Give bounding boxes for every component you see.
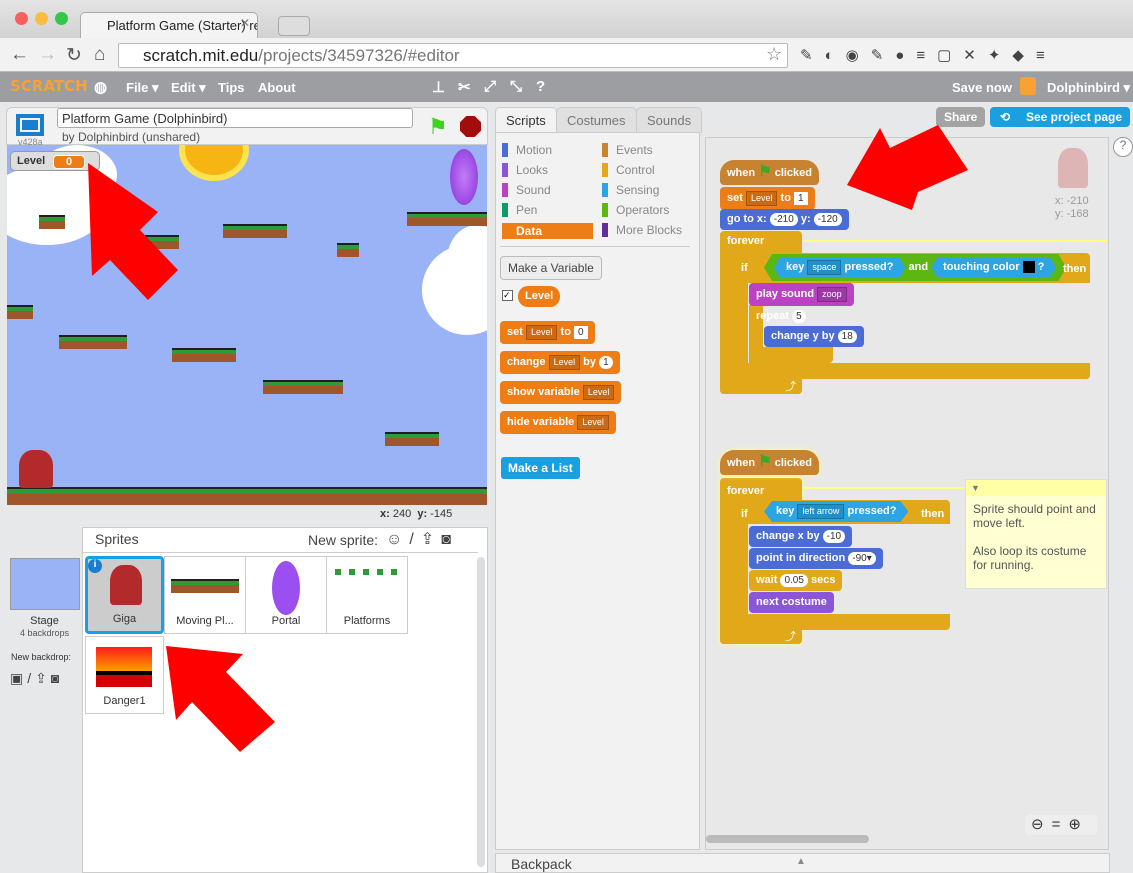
annotation-arrows [88,125,968,752]
red-arrow-stage [88,163,178,300]
red-arrow-sprite [166,646,275,752]
red-arrow-script [847,125,968,210]
